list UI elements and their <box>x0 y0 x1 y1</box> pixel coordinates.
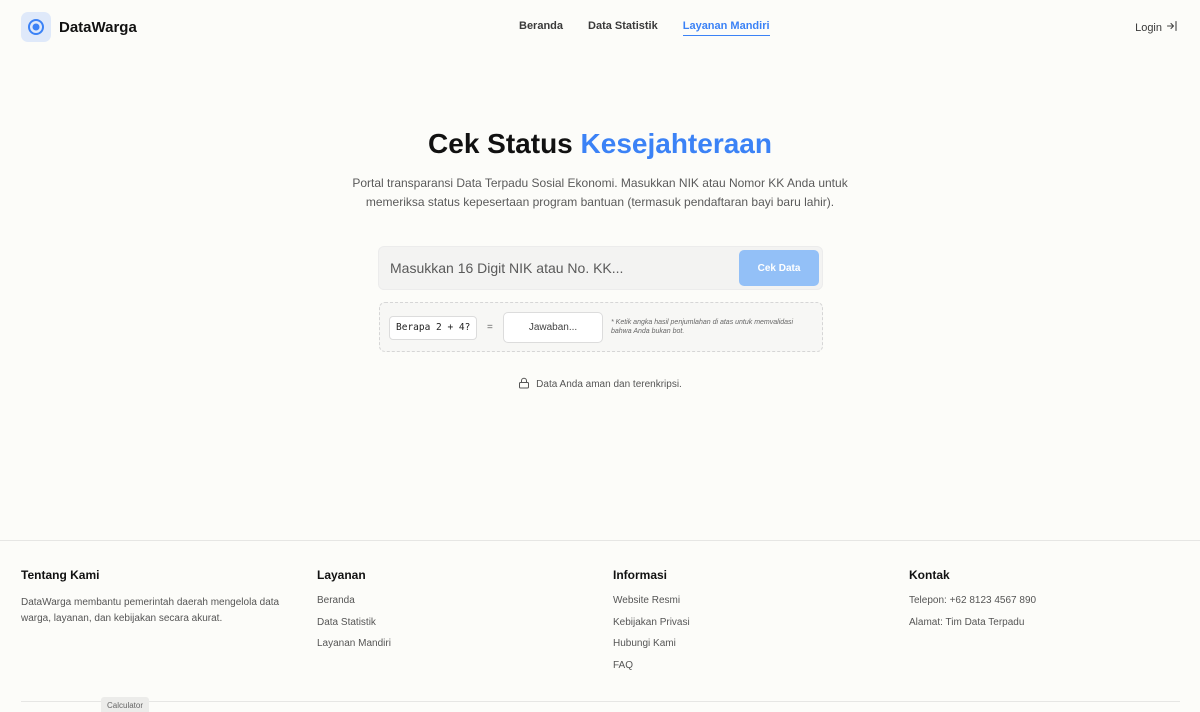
login-button[interactable]: Login <box>1135 20 1178 35</box>
footer-bottom-divider <box>21 701 1180 702</box>
main-nav: Beranda Data Statistik Layanan Mandiri <box>519 20 770 36</box>
footer-contact: Kontak Telepon: +62 8123 4567 890 Alamat… <box>909 568 1036 638</box>
footer-about-heading: Tentang Kami <box>21 568 100 582</box>
footer-contact-heading: Kontak <box>909 568 950 582</box>
target-icon <box>21 12 51 42</box>
footer-link-faq[interactable]: FAQ <box>613 660 690 671</box>
title-accent: Kesejahteraan <box>580 128 772 159</box>
nav-item-layanan-mandiri[interactable]: Layanan Mandiri <box>682 20 770 36</box>
footer-link-data-statistik[interactable]: Data Statistik <box>317 617 391 628</box>
footer-link-hubungi-kami[interactable]: Hubungi Kami <box>613 638 690 649</box>
brand-name: DataWarga <box>59 18 137 36</box>
site-header: DataWarga Beranda Data Statistik Layanan… <box>0 0 1200 56</box>
captcha-equals: = <box>487 322 493 333</box>
captcha-box: Berapa 2 + 4? = * Ketik angka hasil penj… <box>379 302 823 352</box>
footer-about: Tentang Kami DataWarga membantu pemerint… <box>21 568 286 626</box>
nik-search-input[interactable] <box>379 247 734 289</box>
title-main: Cek Status <box>428 128 573 159</box>
footer-phone: Telepon: +62 8123 4567 890 <box>909 595 1037 606</box>
captcha-note: * Ketik angka hasil penjumlahan di atas … <box>611 319 794 335</box>
footer-link-kebijakan-privasi[interactable]: Kebijakan Privasi <box>613 617 690 628</box>
search-bar: Cek Data <box>378 246 823 290</box>
footer-info: Informasi Website Resmi Kebijakan Privas… <box>613 568 690 681</box>
secure-note: Data Anda aman dan terenkripsi. <box>0 377 1200 392</box>
secure-text: Data Anda aman dan terenkripsi. <box>536 379 682 390</box>
lock-icon <box>518 377 530 392</box>
footer-services-heading: Layanan <box>317 568 366 582</box>
login-icon <box>1166 20 1178 35</box>
login-label: Login <box>1135 21 1162 34</box>
calculator-tab[interactable]: Calculator <box>101 697 150 712</box>
footer-info-heading: Informasi <box>613 568 668 582</box>
brand-logo[interactable]: DataWarga <box>21 12 137 42</box>
footer-address: Alamat: Tim Data Terpadu <box>909 616 1025 628</box>
nav-item-data-statistik[interactable]: Data Statistik <box>588 20 658 36</box>
page-subtitle: Portal transparansi Data Terpadu Sosial … <box>352 176 848 209</box>
page-title: Cek Status Kesejahteraan <box>0 128 1200 160</box>
captcha-answer-input[interactable] <box>503 312 603 343</box>
footer-divider <box>0 540 1200 541</box>
check-data-button[interactable]: Cek Data <box>739 250 819 286</box>
footer-link-layanan-mandiri[interactable]: Layanan Mandiri <box>317 638 391 649</box>
footer-about-text: DataWarga membantu pemerintah daerah men… <box>21 597 280 624</box>
footer-link-website-resmi[interactable]: Website Resmi <box>613 595 690 606</box>
captcha-question: Berapa 2 + 4? <box>389 316 478 340</box>
nav-item-beranda[interactable]: Beranda <box>519 20 563 36</box>
footer-link-beranda[interactable]: Beranda <box>317 595 391 606</box>
footer-services: Layanan Beranda Data Statistik Layanan M… <box>317 568 391 660</box>
